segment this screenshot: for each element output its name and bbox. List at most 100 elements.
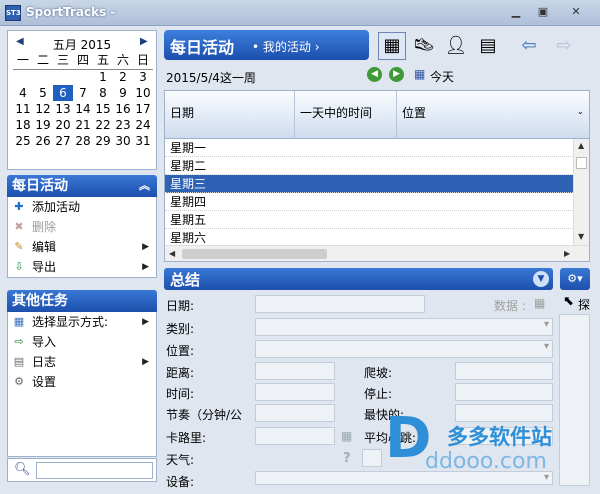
prev-month-button[interactable]: ◀ <box>16 36 24 47</box>
table-row[interactable]: 星期五 <box>165 211 573 229</box>
calendar-day <box>53 69 73 85</box>
calendar-day[interactable]: 21 <box>73 117 93 133</box>
next-week-icon[interactable]: ▶ <box>389 67 404 82</box>
table-row[interactable]: 星期一 <box>165 139 573 157</box>
daily-tasks-header[interactable]: 每日活动 ︽ <box>7 175 157 197</box>
other-tasks-item[interactable]: ▤ 日志 ▶ <box>8 352 156 372</box>
scroll-left-icon[interactable]: ◀ <box>169 249 175 258</box>
calendar-day[interactable]: 9 <box>113 85 133 101</box>
calendar-day[interactable]: 4 <box>13 85 33 101</box>
calendar-day[interactable]: 10 <box>133 85 153 101</box>
column-date[interactable]: 日期 <box>165 91 295 139</box>
calendar-day[interactable]: 6 <box>53 85 73 101</box>
summary-field[interactable] <box>255 362 335 380</box>
column-location[interactable]: 位置 <box>397 91 589 139</box>
today-button[interactable]: 今天 <box>430 68 454 85</box>
table-row[interactable]: 星期三 <box>165 175 573 193</box>
horizontal-scroll-thumb[interactable] <box>182 249 327 259</box>
back-arrow-icon[interactable]: ⇦ <box>515 32 543 60</box>
next-month-button[interactable]: ▶ <box>140 36 148 47</box>
athlete-icon[interactable]: 👤︎ <box>442 32 470 60</box>
other-tasks-header[interactable]: 其他任务 <box>7 290 157 312</box>
shoe-icon[interactable]: 👟︎ <box>410 32 438 60</box>
scroll-down-icon[interactable]: ▼ <box>578 232 584 241</box>
today-icon[interactable]: ▦ <box>414 67 425 81</box>
table-row[interactable]: 星期四 <box>165 193 573 211</box>
summary-dropdown[interactable] <box>255 340 553 358</box>
column-menu-icon[interactable]: ⌄ <box>577 107 584 116</box>
close-button[interactable]: ✕ <box>566 5 586 20</box>
calendar-day[interactable]: 22 <box>93 117 113 133</box>
calendar-day[interactable]: 8 <box>93 85 113 101</box>
other-tasks-item[interactable]: ⚙ 设置 <box>8 372 156 392</box>
prev-week-icon[interactable]: ◀ <box>367 67 382 82</box>
daily-tasks-item[interactable]: ⇩ 导出 ▶ <box>8 257 156 277</box>
summary-field[interactable] <box>255 295 425 313</box>
column-time-of-day[interactable]: 一天中的时间 <box>295 91 397 139</box>
export-icon: ⇩ <box>14 260 24 273</box>
vertical-scrollbar[interactable]: ▲ ▼ <box>573 139 589 245</box>
summary-field[interactable] <box>362 449 382 467</box>
calendar-day[interactable]: 17 <box>133 101 153 117</box>
cursor-icon[interactable]: ⬉ <box>563 294 574 309</box>
calendar-day[interactable]: 26 <box>33 133 53 149</box>
daily-tasks-item[interactable]: ✎ 编辑 ▶ <box>8 237 156 257</box>
calendar-day[interactable]: 3 <box>133 69 153 85</box>
scroll-up-icon[interactable]: ▲ <box>578 141 584 150</box>
horizontal-scrollbar[interactable]: ◀ ▶ <box>165 245 589 261</box>
data-sheet-icon[interactable]: ▦ <box>534 296 545 310</box>
calendar-day[interactable]: 27 <box>53 133 73 149</box>
table-row[interactable]: 星期二 <box>165 157 573 175</box>
equipment-icon[interactable]: ▤ <box>474 32 502 60</box>
summary-field[interactable] <box>255 404 335 422</box>
summary-field[interactable] <box>455 383 553 401</box>
calendar-day[interactable]: 23 <box>113 117 133 133</box>
search-icon[interactable]: 🔍︎ <box>14 462 31 477</box>
help-icon[interactable]: ? <box>343 451 351 466</box>
forward-arrow-icon[interactable]: ⇨ <box>550 32 578 60</box>
calendar-day[interactable]: 31 <box>133 133 153 149</box>
other-tasks-item[interactable]: ▦ 选择显示方式: ▶ <box>8 312 156 332</box>
calendar-day[interactable]: 15 <box>93 101 113 117</box>
calendar-day[interactable]: 12 <box>33 101 53 117</box>
main-subtitle[interactable]: • 我的活动 › <box>252 38 320 55</box>
calendar-day[interactable]: 18 <box>13 117 33 133</box>
calendar-day[interactable]: 29 <box>93 133 113 149</box>
calendar-day[interactable]: 1 <box>93 69 113 85</box>
vertical-scroll-thumb[interactable] <box>576 157 587 169</box>
summary-options-icon[interactable]: ⚙▾ <box>560 268 590 290</box>
summary-field[interactable] <box>255 383 335 401</box>
calendar-day[interactable]: 13 <box>53 101 73 117</box>
calendar-day[interactable]: 16 <box>113 101 133 117</box>
calendar-view-icon[interactable]: ▦ <box>378 32 406 60</box>
main-header[interactable]: 每日活动 • 我的活动 › <box>164 30 369 60</box>
calendar-day[interactable]: 5 <box>33 85 53 101</box>
calendar-day[interactable]: 11 <box>13 101 33 117</box>
calendar-day[interactable]: 19 <box>33 117 53 133</box>
view-icon: ▦ <box>13 315 25 328</box>
task-label: 添加活动 <box>32 200 81 214</box>
probe-label[interactable]: 探 <box>578 296 590 313</box>
calendar-day[interactable]: 30 <box>113 133 133 149</box>
summary-collapse-icon[interactable]: ▼ <box>533 271 549 287</box>
calendar-day[interactable]: 14 <box>73 101 93 117</box>
calendar-day[interactable]: 24 <box>133 117 153 133</box>
minimize-button[interactable]: ▁ <box>506 5 526 20</box>
summary-field[interactable] <box>255 427 335 445</box>
calendar-day[interactable]: 20 <box>53 117 73 133</box>
daily-tasks-item[interactable]: ✚ 添加活动 <box>8 197 156 217</box>
calculator-icon[interactable]: ▦ <box>341 429 352 443</box>
other-tasks-item[interactable]: ⇨ 导入 <box>8 332 156 352</box>
maximize-button[interactable]: ▣ <box>533 5 553 20</box>
summary-field-label: 距离: <box>166 366 195 380</box>
summary-field[interactable] <box>455 362 553 380</box>
title-bar: ST3 SportTracks - ▁ ▣ ✕ <box>0 0 600 26</box>
calendar-day[interactable]: 25 <box>13 133 33 149</box>
summary-dropdown[interactable] <box>255 318 553 336</box>
calendar-day[interactable]: 2 <box>113 69 133 85</box>
collapse-icon[interactable]: ︽ <box>139 175 150 197</box>
scroll-right-icon[interactable]: ▶ <box>564 249 570 258</box>
search-input[interactable] <box>36 462 153 479</box>
calendar-day[interactable]: 7 <box>73 85 93 101</box>
calendar-day[interactable]: 28 <box>73 133 93 149</box>
